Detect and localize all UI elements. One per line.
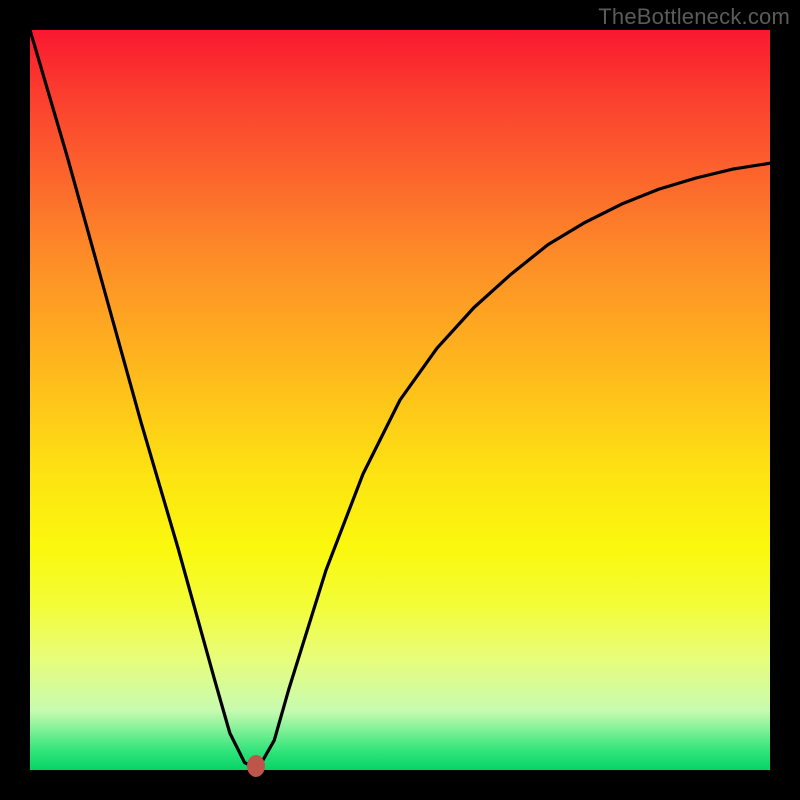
- attribution-text: TheBottleneck.com: [598, 4, 790, 30]
- optimal-point-marker: [247, 755, 265, 777]
- plot-area: [30, 30, 770, 770]
- curve-layer: [30, 30, 770, 770]
- bottleneck-curve: [30, 30, 770, 766]
- chart-frame: TheBottleneck.com: [0, 0, 800, 800]
